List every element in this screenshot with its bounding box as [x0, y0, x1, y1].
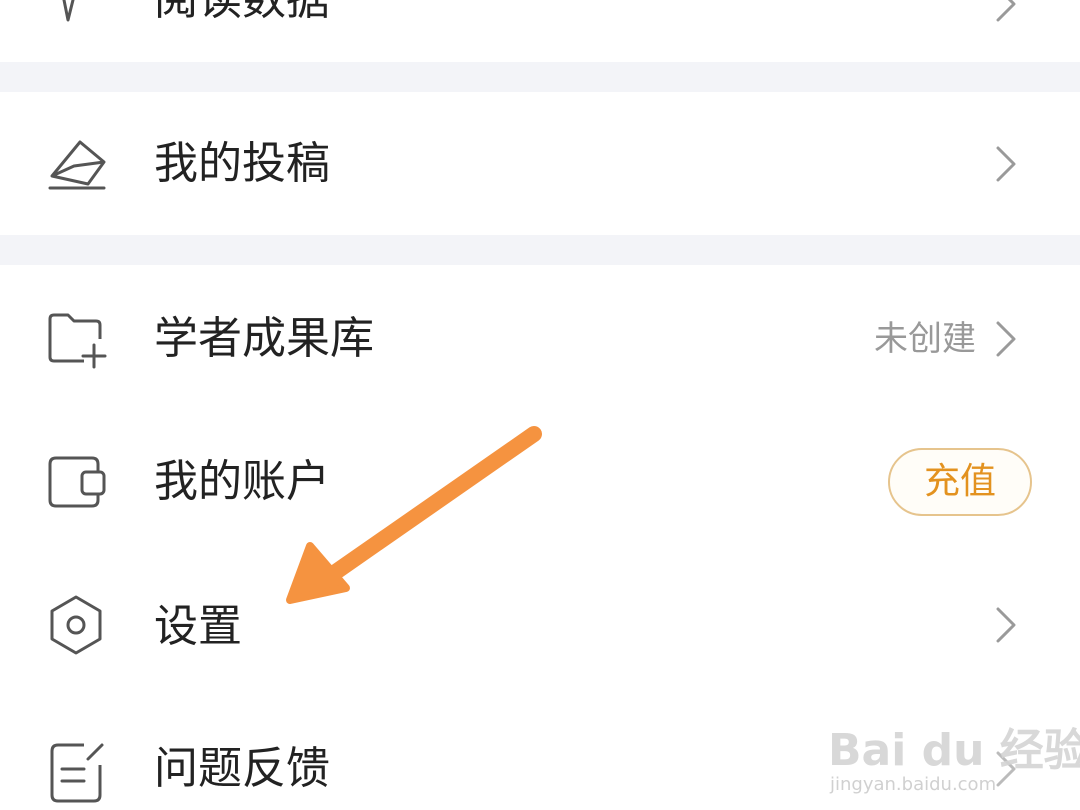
menu-item-label: 阅读数据 — [154, 0, 330, 30]
wallet-icon — [44, 450, 108, 514]
menu-item-label: 设置 — [154, 601, 242, 652]
menu-item-my-submissions[interactable]: 我的投稿 — [0, 92, 1080, 235]
status-text: 未创建 — [874, 319, 976, 359]
menu-item-reading-data[interactable]: 阅读数据 — [0, 0, 1080, 60]
chart-pen-icon — [44, 0, 108, 34]
chevron-right-icon — [988, 603, 1024, 647]
hexagon-settings-icon — [44, 593, 108, 657]
section-separator — [0, 235, 1080, 265]
menu-item-my-account[interactable]: 我的账户 充值 — [0, 410, 1080, 555]
chevron-right-icon — [988, 317, 1024, 361]
me-page-menu: 阅读数据 我的投稿 学者成果库 未创建 — [0, 0, 1080, 810]
chevron-right-icon — [988, 0, 1024, 26]
menu-item-label: 我的账户 — [154, 456, 330, 507]
section-separator — [0, 62, 1080, 92]
folder-plus-icon — [44, 307, 108, 371]
feedback-note-icon — [44, 739, 108, 803]
baidu-jingyan-watermark: Bai du 经验 jingyan.baidu.com — [828, 694, 1080, 804]
menu-item-label: 我的投稿 — [154, 138, 330, 189]
menu-item-settings[interactable]: 设置 — [0, 555, 1080, 695]
watermark-logo-text: Bai du 经验 — [828, 725, 1080, 776]
menu-item-label: 问题反馈 — [154, 743, 330, 794]
envelope-icon — [44, 132, 108, 196]
recharge-button[interactable]: 充值 — [888, 448, 1032, 516]
menu-item-label: 学者成果库 — [154, 313, 374, 364]
chevron-right-icon — [988, 142, 1024, 186]
watermark-url: jingyan.baidu.com — [830, 774, 997, 795]
menu-item-scholar-library[interactable]: 学者成果库 未创建 — [0, 265, 1080, 410]
